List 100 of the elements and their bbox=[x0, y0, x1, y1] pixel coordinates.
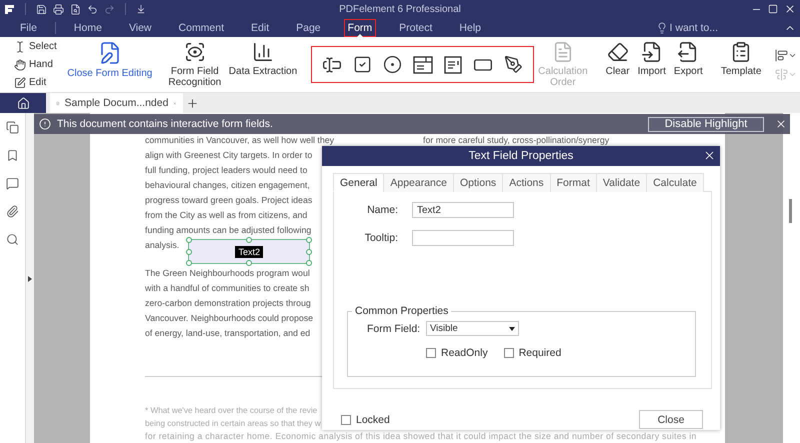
footnote-line: being constructed in certain areas so that they w bbox=[145, 418, 321, 430]
document-text-line: align with Greenest City targets. In order to bbox=[145, 149, 312, 162]
footnote-line: for retaining a character home. Economic analysis of this idea showed that it could impact the size and number of secondary suites in bbox=[145, 430, 697, 443]
menu-item[interactable]: Form bbox=[344, 18, 376, 36]
document-text-line: from the City as well as from citizens, and bbox=[145, 209, 308, 222]
dialog-tab[interactable]: Actions bbox=[502, 173, 551, 192]
visibility-dropdown[interactable]: Visible bbox=[426, 321, 519, 336]
document-text-line: full funding, project leaders would need to bbox=[145, 164, 308, 177]
save-icon[interactable] bbox=[36, 4, 47, 14]
document-text-line: Vancouver. Neighbourhoods could propose bbox=[145, 312, 314, 325]
window-title: PDFelement 6 Professional bbox=[339, 4, 461, 14]
close-button[interactable]: Close bbox=[639, 410, 703, 429]
document-text-line: The Green Neighbourhoods program woul bbox=[145, 267, 310, 280]
field-label: Tooltip: bbox=[364, 232, 398, 244]
signature-tool-icon[interactable] bbox=[504, 55, 524, 74]
menu-item[interactable]: Edit bbox=[247, 18, 274, 36]
home-button[interactable] bbox=[0, 93, 46, 113]
combo-box-tool-icon[interactable] bbox=[413, 56, 434, 74]
checkbox[interactable]: Locked bbox=[341, 414, 390, 426]
maximize-icon[interactable] bbox=[768, 4, 778, 14]
checkbox[interactable]: ReadOnly bbox=[426, 347, 488, 359]
pages-icon[interactable] bbox=[6, 121, 19, 134]
attachment-icon[interactable] bbox=[6, 205, 19, 218]
form-field-value: Text2 bbox=[235, 246, 263, 258]
menu-item[interactable]: Comment bbox=[174, 18, 228, 36]
resize-handle-icon[interactable] bbox=[246, 260, 252, 266]
dialog-tab[interactable]: Appearance bbox=[383, 173, 454, 192]
mode-tool-button[interactable]: Edit bbox=[14, 74, 57, 90]
document-tab[interactable]: Sample Docum...nded bbox=[50, 93, 183, 113]
text-form-field[interactable]: Text2 bbox=[188, 239, 310, 264]
list-box-tool-icon[interactable] bbox=[444, 56, 462, 74]
dialog-tab[interactable]: Options bbox=[453, 173, 504, 192]
menu-item[interactable]: Help bbox=[455, 18, 486, 36]
notification-text: This document contains interactive form fields. bbox=[57, 118, 274, 130]
alert-icon bbox=[39, 118, 51, 130]
expand-arrow-icon[interactable] bbox=[28, 276, 32, 282]
new-tab-icon[interactable] bbox=[186, 96, 199, 110]
print-preview-icon[interactable] bbox=[70, 4, 81, 14]
bookmark-icon[interactable] bbox=[6, 149, 19, 162]
ribbon-button[interactable]: Export bbox=[670, 40, 707, 88]
close-icon[interactable] bbox=[784, 3, 796, 15]
mode-tool-button[interactable]: Hand bbox=[14, 56, 57, 72]
close-form-editing-button[interactable]: Close Form Editing bbox=[64, 40, 155, 88]
dropdown-caret-icon bbox=[509, 326, 515, 330]
input-field[interactable]: Text2 bbox=[412, 202, 514, 218]
document-text-line: of energy, land-use, transportation, and ed bbox=[145, 327, 310, 340]
menu-item[interactable]: Home bbox=[70, 18, 106, 36]
ribbon-button[interactable]: Import bbox=[634, 40, 670, 88]
app-logo-icon bbox=[4, 4, 15, 14]
menu-item[interactable]: View bbox=[124, 18, 156, 36]
document-text-line: behavioural changes, citizen engagement, bbox=[145, 179, 310, 192]
bar-chart-icon bbox=[252, 40, 274, 62]
dialog-tab[interactable]: General bbox=[333, 173, 384, 192]
file-import-icon bbox=[640, 40, 663, 62]
dialog-tab[interactable]: Format bbox=[550, 173, 597, 192]
align-icon[interactable] bbox=[775, 48, 788, 62]
disable-highlight-button[interactable]: Disable Highlight bbox=[648, 116, 764, 132]
document-text-line: progress toward green goals. Project ideas bbox=[145, 194, 312, 207]
checkbox[interactable]: Required bbox=[504, 347, 562, 359]
document-text-line: zero-carbon demonstration projects throug bbox=[145, 297, 311, 310]
menu-item[interactable]: Protect bbox=[395, 18, 436, 36]
ribbon-button[interactable]: Data Extraction bbox=[224, 40, 302, 88]
document-text-line: communities in Vancouver, as well how well they bbox=[145, 134, 334, 147]
scrollbar[interactable] bbox=[783, 113, 800, 443]
search-icon[interactable] bbox=[6, 233, 19, 246]
template-button[interactable]: Template bbox=[716, 40, 766, 88]
menu-item[interactable]: Page bbox=[292, 18, 325, 36]
select-cursor-icon bbox=[14, 40, 26, 52]
comment-icon[interactable] bbox=[6, 177, 19, 190]
document-text-line: funding amounts can be adjusted following bbox=[145, 224, 312, 237]
footnote-line: * What we've heard over the course of the revie bbox=[145, 405, 318, 417]
hand-icon bbox=[14, 58, 26, 70]
eraser-icon bbox=[606, 40, 629, 62]
undo-icon[interactable] bbox=[87, 4, 98, 14]
search-prompt[interactable]: I want to... bbox=[670, 22, 718, 34]
print-icon[interactable] bbox=[53, 4, 64, 14]
ribbon-button[interactable]: Clear bbox=[602, 40, 634, 88]
document-text-line: analysis. bbox=[145, 239, 180, 252]
dialog-title: Text Field Properties bbox=[468, 150, 574, 162]
input-field[interactable] bbox=[412, 230, 514, 246]
ribbon-button[interactable]: Form Field Recognition bbox=[164, 40, 225, 88]
field-label: Form Field: bbox=[367, 322, 422, 334]
home-icon bbox=[16, 96, 30, 110]
form-scan-icon bbox=[184, 40, 206, 62]
redo-icon[interactable] bbox=[104, 4, 115, 14]
document-text-line: for more careful study, cross-pollination/synergy bbox=[423, 134, 610, 147]
lightbulb-icon bbox=[656, 22, 668, 34]
group-legend: Common Properties bbox=[352, 305, 452, 317]
radio-button-tool-icon[interactable] bbox=[383, 55, 402, 74]
menu-item[interactable]: File bbox=[16, 18, 41, 36]
close-icon[interactable] bbox=[775, 118, 787, 130]
close-icon[interactable] bbox=[703, 149, 716, 162]
mode-tool-button[interactable]: Select bbox=[14, 38, 57, 54]
text-field-tool-icon[interactable] bbox=[322, 54, 342, 74]
resize-handle-icon[interactable] bbox=[246, 237, 252, 243]
checkbox-tool-icon[interactable] bbox=[353, 55, 372, 74]
dialog-tab[interactable]: Calculate bbox=[646, 173, 704, 192]
dialog-tab[interactable]: Validate bbox=[596, 173, 648, 192]
edit-pen-icon bbox=[14, 76, 26, 88]
document-text-line: with a handful of communities to create sh bbox=[145, 282, 310, 295]
